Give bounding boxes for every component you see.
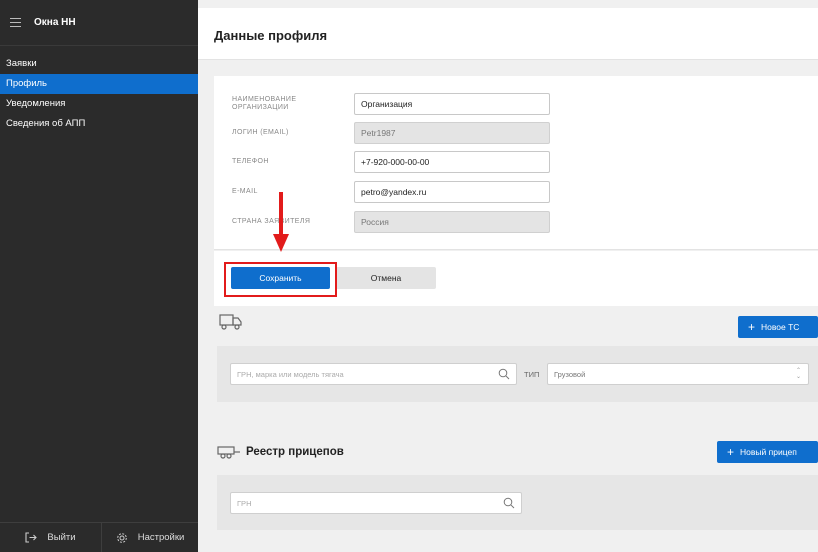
phone-input[interactable]: +7-920-000-00-00 xyxy=(354,151,550,173)
vehicle-filter: ГРН, марка или модель тягача ТИП Грузово… xyxy=(217,346,818,402)
add-trailer-label: Новый прицеп xyxy=(740,447,797,457)
login-label: ЛОГИН (EMAIL) xyxy=(232,129,289,136)
login-row: ЛОГИН (EMAIL) Petr1987 xyxy=(232,122,550,144)
app-title: Окна НН xyxy=(34,17,76,28)
logout-icon xyxy=(25,532,38,543)
email-input[interactable]: petro@yandex.ru xyxy=(354,181,550,203)
country-label: СТРАНА ЗАЯВИТЕЛЯ xyxy=(232,218,311,225)
sidebar-item-notifications[interactable]: Уведомления xyxy=(0,94,198,114)
plus-icon: + xyxy=(727,445,735,459)
add-trailer-button[interactable]: + Новый прицеп xyxy=(717,441,818,463)
org-label: НАИМЕНОВАНИЕ ОРГАНИЗАЦИИ xyxy=(232,96,297,111)
sidebar-header: Окна НН xyxy=(0,0,198,46)
vehicle-type-value: Грузовой xyxy=(554,369,586,379)
top-strip xyxy=(198,0,818,8)
page-header: Данные профиля xyxy=(198,8,818,60)
logout-button[interactable]: Выйти xyxy=(0,523,102,552)
sidebar: Окна НН Заявки Профиль Уведомления Сведе… xyxy=(0,0,198,552)
phone-label: ТЕЛЕФОН xyxy=(232,158,269,165)
plus-icon: + xyxy=(748,320,756,334)
sidebar-item-app-info[interactable]: Сведения об АПП xyxy=(0,114,198,134)
settings-button[interactable]: Настройки xyxy=(102,523,198,552)
trailer-search-placeholder: ГРН xyxy=(237,498,252,508)
pointer-arrow xyxy=(273,192,289,252)
trailers-title: Реестр прицепов xyxy=(246,446,344,458)
add-vehicle-button[interactable]: + Новое ТС xyxy=(738,316,818,338)
trailer-icon xyxy=(217,446,240,459)
country-input: Россия xyxy=(354,211,550,233)
menu-icon[interactable] xyxy=(10,18,21,27)
email-label: E-MAIL xyxy=(232,188,258,195)
trailer-filter: ГРН xyxy=(217,475,818,530)
search-icon xyxy=(498,368,510,380)
phone-row: ТЕЛЕФОН +7-920-000-00-00 xyxy=(232,151,550,173)
truck-icon xyxy=(219,314,242,330)
chevron-updown-icon: ⌃ ⌄ xyxy=(795,368,801,380)
org-input[interactable]: Организация xyxy=(354,93,550,115)
add-vehicle-label: Новое ТС xyxy=(761,322,800,332)
sidebar-nav: Заявки Профиль Уведомления Сведения об А… xyxy=(0,54,198,134)
save-highlight-box xyxy=(224,262,337,297)
sidebar-item-profile[interactable]: Профиль xyxy=(0,74,198,94)
logout-label: Выйти xyxy=(47,532,76,543)
gear-icon xyxy=(116,532,127,543)
search-icon xyxy=(503,497,515,509)
org-row: НАИМЕНОВАНИЕ ОРГАНИЗАЦИИ Организация xyxy=(232,93,550,115)
cancel-button[interactable]: Отмена xyxy=(336,267,436,289)
sidebar-item-requests[interactable]: Заявки xyxy=(0,54,198,74)
page-title: Данные профиля xyxy=(214,28,328,43)
vehicle-search-input[interactable]: ГРН, марка или модель тягача xyxy=(230,363,517,385)
settings-label: Настройки xyxy=(137,532,185,543)
profile-form: НАИМЕНОВАНИЕ ОРГАНИЗАЦИИ Организация ЛОГ… xyxy=(214,76,818,250)
trailer-search-input[interactable]: ГРН xyxy=(230,492,522,514)
login-input: Petr1987 xyxy=(354,122,550,144)
vehicle-type-label: ТИП xyxy=(524,370,540,379)
vehicle-type-select[interactable]: Грузовой ⌃ ⌄ xyxy=(547,363,809,385)
sidebar-footer: Выйти Настройки xyxy=(0,522,198,552)
vehicle-search-placeholder: ГРН, марка или модель тягача xyxy=(237,369,344,379)
